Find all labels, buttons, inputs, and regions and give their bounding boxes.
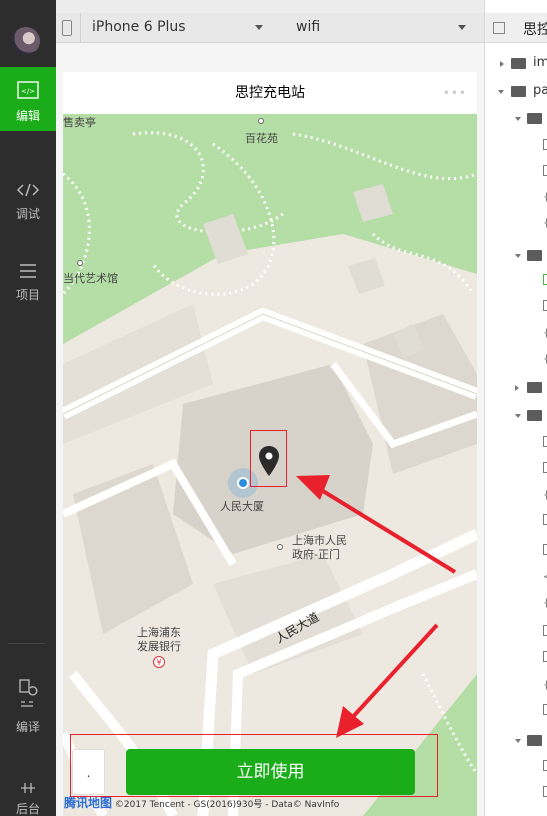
folder-icon: [527, 735, 542, 746]
file-icon[interactable]: [543, 786, 547, 797]
folder-icon: [527, 113, 542, 124]
chevron-down-icon[interactable]: [515, 414, 521, 418]
json-file-icon[interactable]: {: [543, 678, 547, 691]
wechat-devtools-window: </> 编辑 调试 项目 编译 后台 iPhone 6 Plus wifi 思控…: [0, 0, 547, 816]
json-file-icon[interactable]: {: [543, 326, 547, 339]
file-icon[interactable]: [543, 165, 547, 176]
file-tree-header: 思控: [485, 13, 547, 43]
tree-item-pages[interactable]: pa: [533, 83, 547, 99]
chevron-right-icon[interactable]: [500, 61, 504, 67]
json-file-icon[interactable]: {: [543, 488, 547, 501]
chevron-down-icon[interactable]: [515, 739, 521, 743]
file-icon[interactable]: [543, 462, 547, 473]
file-icon[interactable]: [543, 139, 547, 150]
wxss-file-icon[interactable]: {: [543, 216, 547, 229]
file-icon[interactable]: [543, 544, 547, 555]
project-title: 思控: [523, 22, 547, 38]
file-icon[interactable]: [543, 274, 547, 285]
use-now-button[interactable]: 立即使用: [126, 749, 415, 795]
folder-icon: [527, 382, 542, 393]
map-attribution: 腾讯地图 ©2017 Tencent - GS(2016)930号 - Data…: [64, 794, 339, 811]
folder-icon: [511, 86, 526, 97]
file-icon[interactable]: [543, 704, 547, 715]
folder-icon: [527, 250, 542, 261]
file-icon[interactable]: [543, 436, 547, 447]
folder-icon: [511, 58, 526, 69]
location-button[interactable]: .: [72, 749, 105, 795]
wxss-file-icon[interactable]: {: [543, 352, 547, 365]
file-icon[interactable]: [543, 300, 547, 311]
file-icon[interactable]: [543, 625, 547, 636]
chevron-down-icon[interactable]: [498, 90, 504, 94]
json-file-icon[interactable]: <: [543, 570, 547, 583]
chevron-down-icon[interactable]: [515, 117, 521, 121]
chevron-down-icon[interactable]: [515, 254, 521, 258]
attribution-text: ©2017 Tencent - GS(2016)930号 - Data© Nav…: [114, 800, 340, 810]
tree-toggle-icon[interactable]: [493, 22, 505, 34]
file-icon[interactable]: [543, 760, 547, 771]
annotation-arrows: [296, 475, 457, 738]
file-icon[interactable]: [543, 514, 547, 525]
file-icon[interactable]: [543, 651, 547, 662]
chevron-right-icon[interactable]: [515, 385, 519, 391]
wxss-file-icon[interactable]: {: [543, 596, 547, 609]
tree-item-images[interactable]: im: [533, 55, 547, 71]
tencent-map-logo: 腾讯地图: [64, 796, 113, 810]
file-tree-panel: 思控 im pa { { { { { < { {: [484, 0, 547, 816]
json-file-icon[interactable]: {: [543, 190, 547, 203]
folder-icon: [527, 410, 542, 421]
